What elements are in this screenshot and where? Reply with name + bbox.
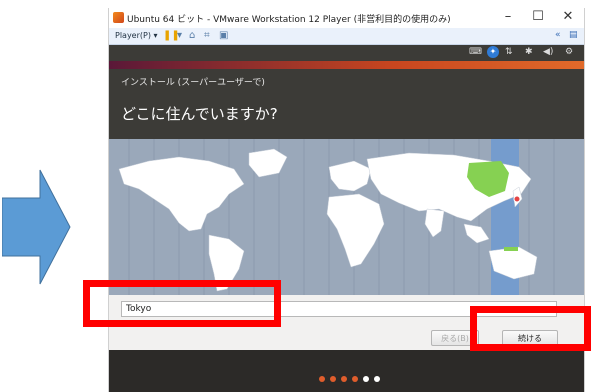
back-arrows-icon[interactable]: « (555, 30, 561, 40)
world-map[interactable] (109, 139, 584, 295)
blue-arrow-icon (2, 169, 71, 285)
maximize-button[interactable]: ☐ (527, 9, 549, 24)
progress-dots (319, 367, 385, 386)
progress-dot (319, 376, 325, 382)
close-button[interactable]: ✕ (557, 9, 579, 24)
installer-header: インストール (スーパーユーザーで) どこに住んでいますか? (109, 69, 584, 139)
installer-window-title: インストール (スーパーユーザーで) (121, 78, 265, 88)
southeast-asia-land (463, 223, 490, 244)
ubuntu-top-panel: ⌨ ✦ ⇅ ✱ ◀) ⚙ (109, 45, 584, 61)
library-icon[interactable]: ▤ (569, 30, 578, 40)
progress-dot (374, 376, 380, 382)
player-menu[interactable]: Player(P) ▾ (115, 31, 158, 40)
accessibility-icon[interactable]: ✦ (487, 46, 499, 58)
installer-accent-strip (109, 61, 584, 69)
progress-dot (352, 376, 358, 382)
india-land (424, 208, 445, 238)
highlight-continue-button (470, 306, 591, 351)
unity-icon[interactable]: ▣ (219, 30, 228, 41)
north-america-land (118, 156, 245, 232)
fit-window-icon[interactable]: ⌗ (204, 30, 210, 41)
europe-land (328, 160, 372, 192)
minimize-button[interactable]: – (497, 9, 519, 24)
progress-dot (363, 376, 369, 382)
africa-land (326, 193, 385, 268)
network-icon[interactable]: ⇅ (505, 47, 513, 57)
volume-icon[interactable]: ◀) (543, 47, 553, 57)
selected-region-small (504, 247, 518, 251)
progress-dot (330, 376, 336, 382)
timezone-map[interactable] (109, 139, 584, 295)
top-strip (0, 0, 595, 8)
bluetooth-icon[interactable]: ✱ (525, 47, 533, 57)
send-ctrl-alt-del-icon[interactable]: ⌂ (189, 30, 195, 41)
keyboard-icon[interactable]: ⌨ (469, 47, 482, 57)
greenland-land (248, 148, 288, 178)
vmware-app-icon (113, 12, 124, 23)
location-pin-icon (513, 195, 521, 203)
page-title: どこに住んでいますか? (121, 105, 278, 123)
window-title: Ubuntu 64 ビット - VMware Workstation 12 Pl… (127, 15, 451, 25)
highlight-timezone-input (83, 280, 281, 327)
chevron-down-icon[interactable]: ▾ (177, 30, 182, 41)
vm-titlebar: Ubuntu 64 ビット - VMware Workstation 12 Pl… (109, 8, 584, 28)
gear-icon[interactable]: ⚙ (565, 47, 573, 57)
progress-dot (341, 376, 347, 382)
vm-toolbar: Player(P) ▾ ❚❚ ▾ ⌂ ⌗ ▣ « ▤ (109, 28, 584, 45)
installer-progress-bar (109, 350, 584, 392)
